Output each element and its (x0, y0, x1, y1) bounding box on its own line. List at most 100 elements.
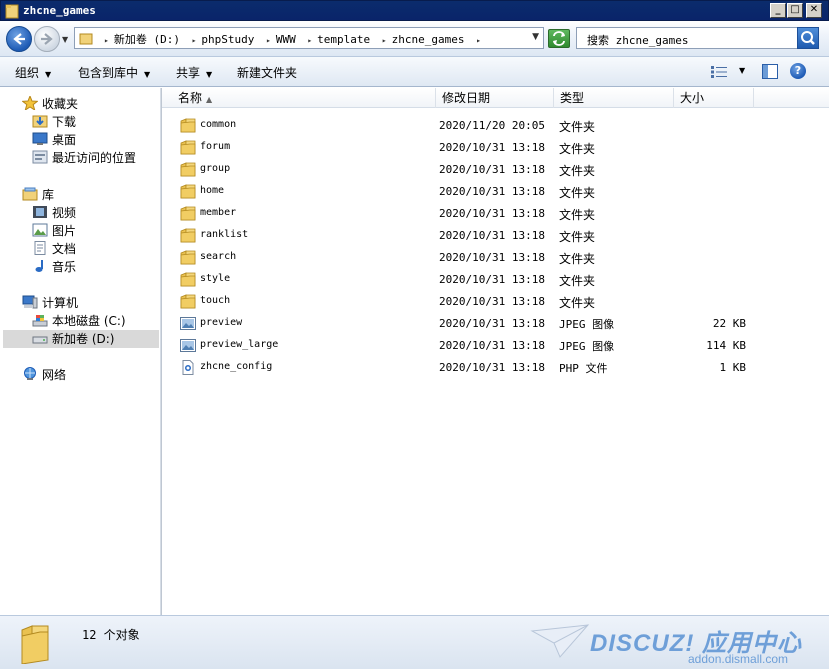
paper-plane-icon (530, 624, 590, 658)
refresh-button[interactable] (548, 29, 570, 48)
column-header-name[interactable]: 名称 ▲ (172, 88, 436, 108)
column-header-type[interactable]: 类型 (554, 88, 674, 108)
window-title: zhcne_games (23, 4, 96, 17)
file-name: preview (200, 317, 243, 328)
nav-downloads[interactable]: 下载 (32, 113, 76, 131)
file-type: PHP 文件 (559, 362, 608, 375)
file-size: 22 KB (712, 317, 746, 330)
new-folder-label: 新建文件夹 (237, 66, 298, 80)
breadcrumb-item[interactable]: WWW (276, 33, 296, 46)
nav-favorites[interactable]: 收藏夹 (22, 95, 78, 113)
organize-menu[interactable]: 组织 ▼ (15, 64, 51, 81)
nav-music[interactable]: 音乐 (32, 258, 76, 276)
file-type: 文件夹 (559, 186, 596, 200)
address-bar[interactable]: ▸ 新加卷 (D:) ▸ phpStudy ▸ WWW ▸ template ▸ zhcn… (74, 27, 544, 49)
address-dropdown[interactable]: ▼ (532, 32, 539, 42)
file-date: 2020/10/31 13:18 (439, 163, 545, 176)
music-icon (35, 260, 43, 272)
file-name: common (200, 119, 237, 130)
maximize-button[interactable]: □ (787, 3, 803, 18)
help-icon[interactable]: ? (790, 63, 806, 79)
column-header-date[interactable]: 修改日期 (436, 88, 554, 108)
video-icon (33, 206, 47, 218)
image-file-icon (180, 339, 196, 352)
file-row[interactable]: preview 2020/10/31 13:18 JPEG 图像 22 KB (162, 313, 829, 335)
image-file-icon (180, 317, 196, 330)
back-button[interactable] (6, 26, 32, 52)
minimize-button[interactable]: _ (770, 3, 786, 18)
file-name: preview_large (200, 339, 279, 350)
file-row[interactable]: search 2020/10/31 13:18 文件夹 (162, 247, 829, 269)
search-placeholder: 搜索 zhcne_games (587, 34, 689, 47)
folder-icon (180, 294, 196, 309)
close-button[interactable]: ✕ (806, 3, 822, 18)
recent-pages-dropdown[interactable]: ▼ (62, 35, 68, 44)
file-name: search (200, 251, 237, 262)
nav-videos[interactable]: 视频 (32, 204, 76, 222)
watermark-logo: DISCUZ! 应用中心 addon.dismall.com (530, 621, 820, 666)
search-input[interactable]: 搜索 zhcne_games (576, 27, 819, 49)
share-menu[interactable]: 共享 ▼ (176, 64, 212, 81)
file-row[interactable]: common 2020/11/20 20:05 文件夹 (162, 115, 829, 137)
share-label: 共享 (176, 66, 201, 80)
file-row[interactable]: touch 2020/10/31 13:18 文件夹 (162, 291, 829, 313)
file-row[interactable]: home 2020/10/31 13:18 文件夹 (162, 181, 829, 203)
item-count: 12 个对象 (82, 628, 140, 642)
nav-desktop[interactable]: 桌面 (32, 131, 76, 149)
document-icon (34, 241, 46, 255)
file-row[interactable]: preview_large 2020/10/31 13:18 JPEG 图像 114 … (162, 335, 829, 357)
file-name: member (200, 207, 237, 218)
file-row[interactable]: forum 2020/10/31 13:18 文件夹 (162, 137, 829, 159)
file-row[interactable]: style 2020/10/31 13:18 文件夹 (162, 269, 829, 291)
nav-network[interactable]: 网络 (22, 366, 66, 384)
nav-documents[interactable]: 文档 (32, 240, 76, 258)
nav-local-disk-c[interactable]: 本地磁盘 (C:) (32, 312, 126, 330)
preview-pane-icon[interactable] (762, 64, 778, 79)
folder-icon (180, 184, 196, 199)
library-icon (22, 187, 38, 201)
file-row[interactable]: member 2020/10/31 13:18 文件夹 (162, 203, 829, 225)
column-header-size[interactable]: 大小 (674, 88, 754, 108)
drive-icon (32, 336, 48, 344)
breadcrumb: ▸ 新加卷 (D:) ▸ phpStudy ▸ WWW ▸ template ▸ zhcn… (104, 33, 481, 46)
nav-recent-places[interactable]: 最近访问的位置 (32, 149, 136, 167)
new-folder-button[interactable]: 新建文件夹 (237, 64, 297, 81)
folder-icon (180, 272, 196, 287)
file-date: 2020/10/31 13:18 (439, 141, 545, 154)
file-row[interactable]: group 2020/10/31 13:18 文件夹 (162, 159, 829, 181)
nav-label: 收藏夹 (42, 97, 79, 111)
file-type: 文件夹 (559, 164, 596, 178)
picture-icon (32, 223, 48, 237)
file-row[interactable]: ranklist 2020/10/31 13:18 文件夹 (162, 225, 829, 247)
download-folder-icon (32, 115, 48, 128)
php-file-icon (182, 360, 194, 375)
nav-new-volume-d[interactable]: 新加卷 (D:) (3, 330, 159, 348)
nav-computer[interactable]: 计算机 (22, 294, 78, 312)
breadcrumb-item[interactable]: zhcne_games (392, 33, 465, 46)
file-name: zhcne_config (200, 361, 273, 372)
file-name: ranklist (200, 229, 249, 240)
desktop-icon (32, 132, 48, 145)
search-button[interactable] (797, 27, 819, 49)
file-size: 114 KB (706, 339, 746, 352)
file-type: 文件夹 (559, 142, 596, 156)
system-drive-icon (32, 315, 48, 327)
breadcrumb-item[interactable]: 新加卷 (D:) (114, 33, 180, 46)
include-in-library-menu[interactable]: 包含到库中 ▼ (78, 64, 150, 81)
details-pane: 12 个对象 DISCUZ! 应用中心 addon.dismall.com (0, 615, 829, 669)
title-bar: zhcne_games _ □ ✕ (0, 0, 829, 21)
folder-icon (180, 118, 196, 133)
file-date: 2020/10/31 13:18 (439, 317, 545, 330)
breadcrumb-item[interactable]: template (317, 33, 370, 46)
nav-label: 计算机 (42, 296, 79, 310)
nav-libraries[interactable]: 库 (22, 186, 54, 204)
view-options-icon[interactable] (711, 66, 727, 78)
view-dropdown[interactable]: ▼ (739, 66, 745, 75)
nav-label: 本地磁盘 (C:) (52, 314, 126, 328)
file-name: touch (200, 295, 231, 306)
nav-pictures[interactable]: 图片 (32, 222, 76, 240)
forward-button[interactable] (34, 26, 60, 52)
breadcrumb-item[interactable]: phpStudy (201, 33, 254, 46)
file-row[interactable]: zhcne_config 2020/10/31 13:18 PHP 文件 1 KB (162, 357, 829, 379)
file-list: 名称 ▲ 修改日期 类型 大小 common 2020/11/20 20:05 文件夹… (162, 88, 829, 615)
